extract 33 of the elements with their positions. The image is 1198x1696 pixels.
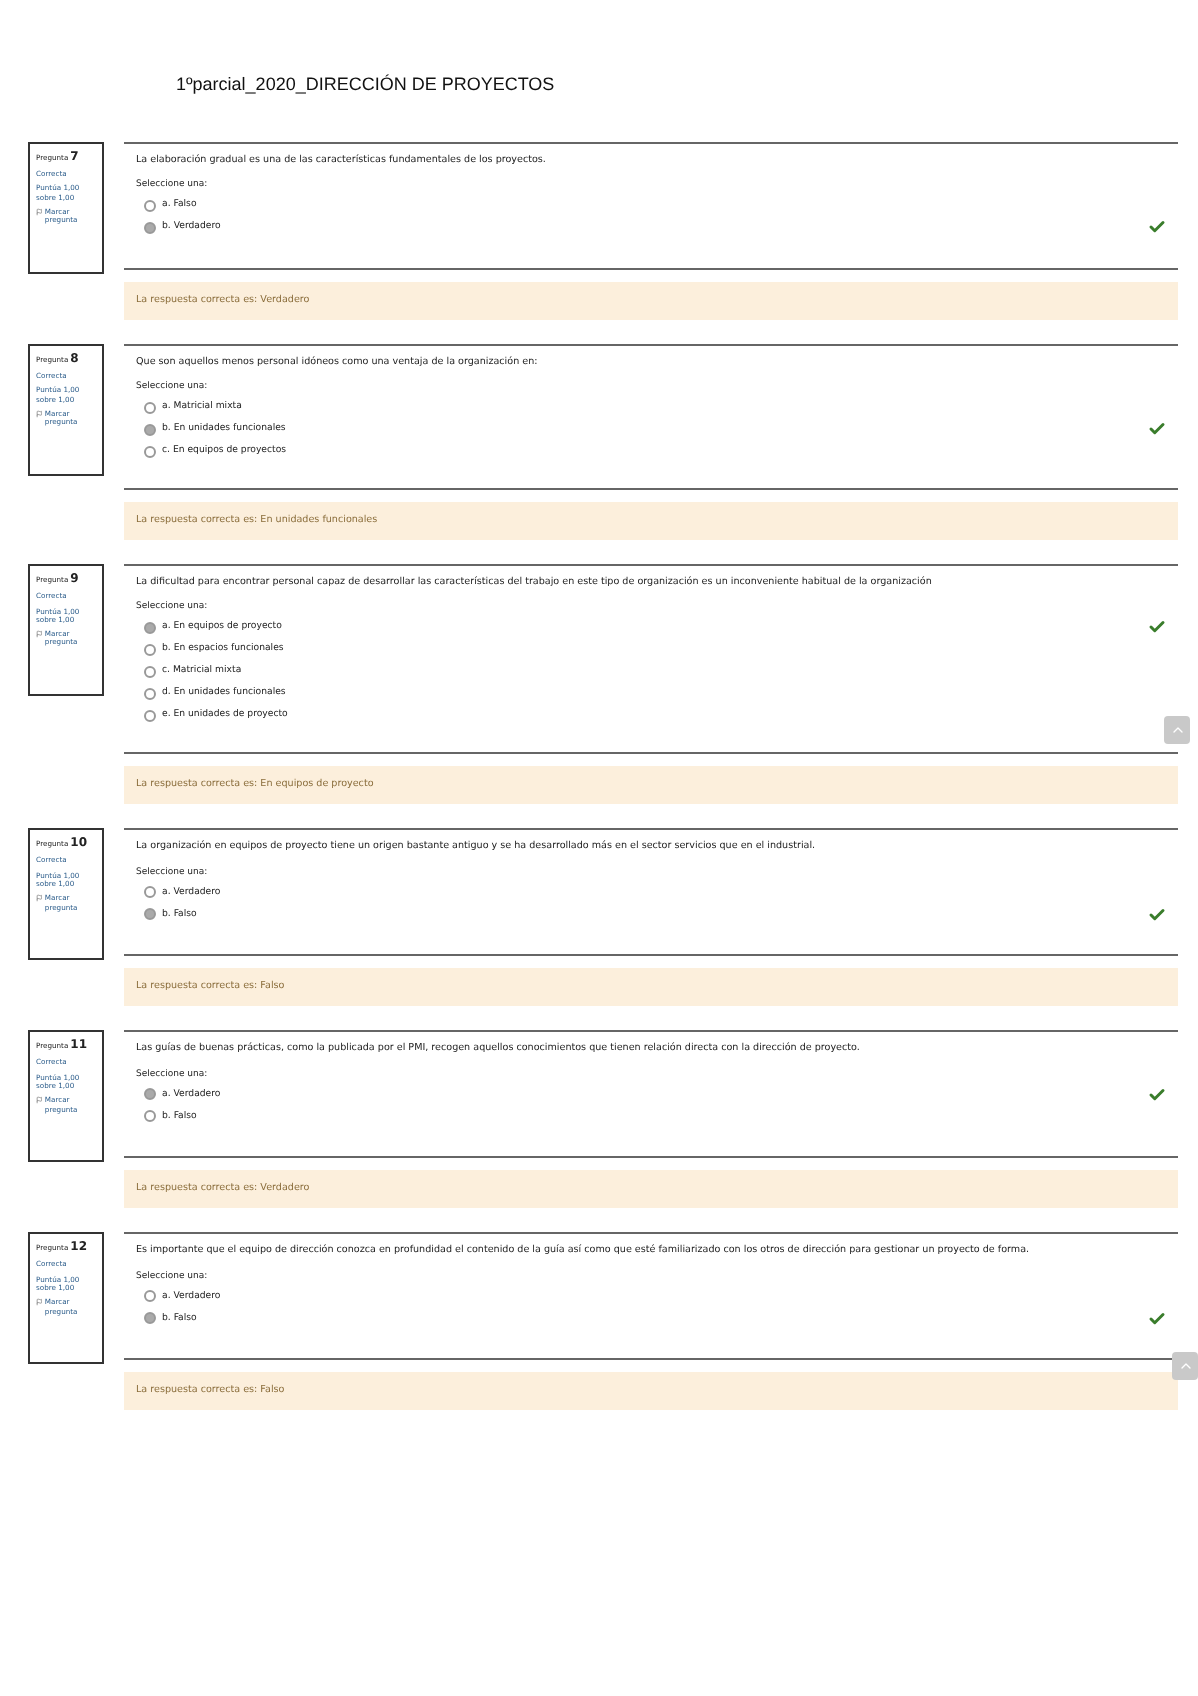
radio-button[interactable] — [144, 886, 156, 899]
radio-button[interactable] — [144, 1312, 156, 1325]
page-title: 1ºparcial_2020_DIRECCIÓN DE PROYECTOS — [176, 74, 557, 94]
radio-button[interactable] — [144, 401, 156, 414]
flag-icon — [36, 1096, 43, 1105]
flag-icon — [36, 894, 43, 903]
radio-button[interactable] — [144, 1110, 156, 1123]
check-icon — [1148, 618, 1166, 637]
radio-button[interactable] — [144, 908, 156, 921]
check-icon — [1148, 1085, 1166, 1104]
flag-icon — [36, 207, 43, 216]
scroll-top-button[interactable] — [1172, 1352, 1198, 1380]
radio-button[interactable] — [144, 221, 156, 234]
scroll-top-button[interactable] — [1164, 716, 1190, 744]
radio-button[interactable] — [144, 687, 156, 700]
flag-icon — [36, 409, 43, 418]
radio-button[interactable] — [144, 199, 156, 212]
check-icon — [1148, 218, 1166, 237]
radio-button[interactable] — [144, 621, 156, 634]
check-icon — [1148, 1309, 1166, 1328]
radio-button[interactable] — [144, 665, 156, 678]
check-icon — [1148, 420, 1166, 439]
chevron-up-icon — [1169, 722, 1185, 738]
flag-icon — [36, 630, 43, 639]
radio-button[interactable] — [144, 709, 156, 722]
radio-button[interactable] — [144, 1290, 156, 1303]
radio-button[interactable] — [144, 423, 156, 436]
radio-button[interactable] — [144, 445, 156, 458]
check-icon — [1148, 905, 1166, 924]
radio-button[interactable] — [144, 1088, 156, 1101]
flag-icon — [36, 1298, 43, 1307]
chevron-up-icon — [1177, 1358, 1193, 1374]
radio-button[interactable] — [144, 643, 156, 656]
